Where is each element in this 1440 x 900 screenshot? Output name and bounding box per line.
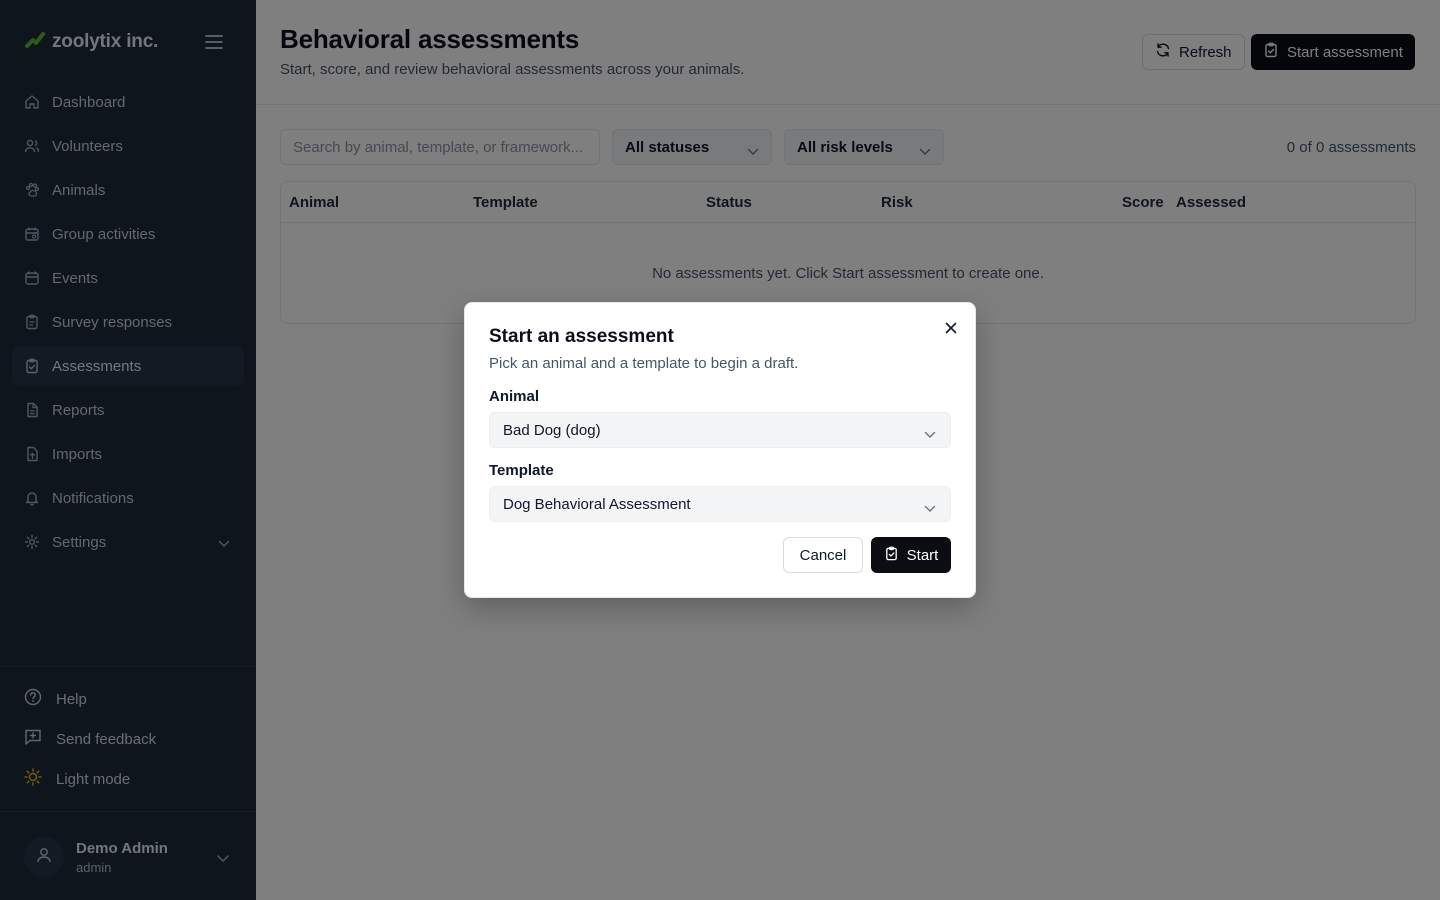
start-assessment-dialog: Start an assessment Pick an animal and a…: [464, 302, 976, 598]
animal-label: Animal: [489, 388, 540, 405]
template-select-value: Dog Behavioral Assessment: [503, 495, 691, 513]
chevron-down-icon: [924, 500, 936, 517]
start-button[interactable]: Start: [871, 537, 951, 573]
template-label: Template: [489, 462, 554, 479]
chevron-down-icon: [924, 426, 936, 443]
start-label: Start: [906, 546, 939, 564]
animal-select[interactable]: Bad Dog (dog): [489, 412, 951, 448]
dialog-title: Start an assessment: [489, 326, 674, 347]
animal-select-value: Bad Dog (dog): [503, 421, 601, 439]
cancel-label: Cancel: [799, 546, 847, 564]
close-icon[interactable]: [943, 320, 959, 336]
clipboard-check-icon: [884, 546, 899, 565]
dialog-description: Pick an animal and a template to begin a…: [489, 355, 799, 372]
template-select[interactable]: Dog Behavioral Assessment: [489, 486, 951, 522]
cancel-button[interactable]: Cancel: [783, 537, 863, 573]
